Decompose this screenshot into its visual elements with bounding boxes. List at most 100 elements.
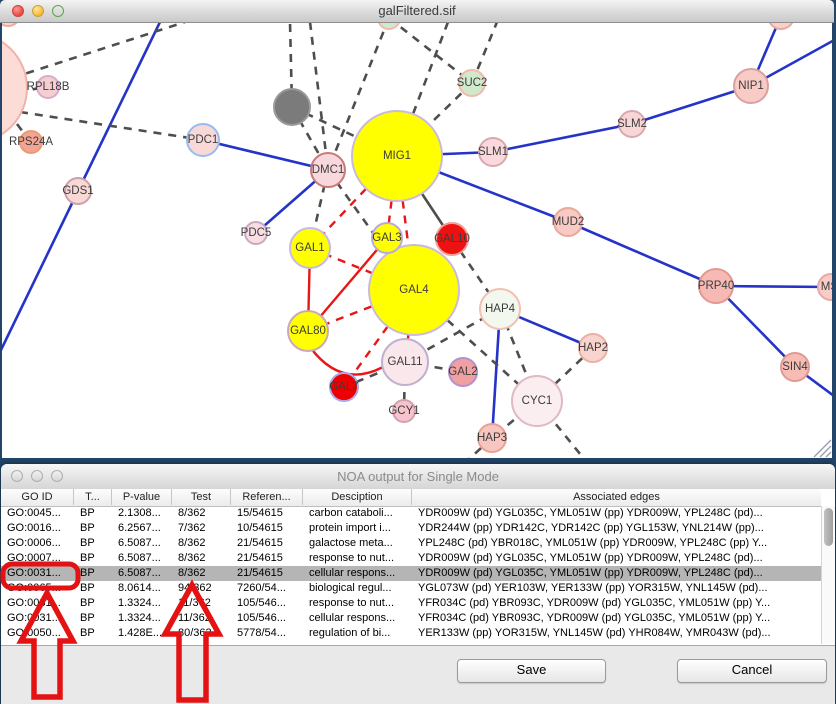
save-button[interactable]: Save: [457, 659, 606, 683]
graph-node-GAL80[interactable]: GAL80: [288, 311, 328, 351]
cell: protein import i...: [303, 521, 412, 536]
graph-node-SLM2[interactable]: SLM2: [617, 111, 647, 137]
graph-node-GAL3[interactable]: GAL3: [372, 223, 402, 253]
graph-node-NIP1[interactable]: NIP1: [734, 69, 768, 103]
node-label: NIP1: [738, 80, 764, 92]
graph-node-HAP3[interactable]: HAP3: [477, 424, 507, 452]
cell: YDR009W (pd) YGL035C, YML051W (pp) YDR00…: [412, 551, 821, 566]
cell: 1.3324...: [112, 611, 172, 626]
node-label: SLM2: [617, 118, 647, 130]
column-header-desciption[interactable]: Desciption: [303, 489, 412, 505]
column-header-go-id[interactable]: GO ID: [1, 489, 74, 505]
cell: YGL073W (pd) YER103W, YER133W (pp) YOR31…: [412, 581, 821, 596]
cell: GO:0031...: [1, 596, 74, 611]
cell: 10/54615: [231, 521, 303, 536]
resize-grip-icon[interactable]: [810, 436, 832, 458]
table-row[interactable]: GO:0007...BP6.5087...8/36221/54615respon…: [1, 551, 821, 566]
network-window-titlebar[interactable]: galFiltered.sif: [0, 0, 834, 23]
node-label: PDC5: [241, 227, 272, 239]
graph-node-MSI[interactable]: MSI: [818, 274, 832, 300]
graph-node-HAP4[interactable]: HAP4: [480, 289, 520, 329]
table-row[interactable]: GO:0065...BP8.0614...94/3627260/54...bio…: [1, 581, 821, 596]
graph-node-HAP2[interactable]: HAP2: [578, 334, 608, 362]
graph-node-GAL7[interactable]: GAL7: [329, 373, 358, 401]
column-header-t-[interactable]: T...: [74, 489, 112, 505]
node-label: GAL3: [372, 232, 401, 244]
graph-node-unlabeled[interactable]: [2, 23, 20, 26]
network-window-title: galFiltered.sif: [0, 3, 834, 18]
cell: BP: [74, 551, 112, 566]
cell: BP: [74, 506, 112, 521]
network-canvas[interactable]: RPL18B RPS24A GDS1 MIG1 PDC1 DMC1 SUC2 NIP1 SLM2…: [2, 23, 832, 458]
node-label: MIG1: [383, 150, 411, 162]
graph-node-unlabeled[interactable]: [378, 23, 400, 29]
cell: biological regul...: [303, 581, 412, 596]
cell: 8/362: [172, 566, 231, 581]
node-label: GDS1: [62, 185, 93, 197]
graph-node-SIN4[interactable]: SIN4: [781, 353, 809, 381]
table-row-selected[interactable]: GO:0031...BP6.5087...8/36221/54615cellul…: [1, 566, 821, 581]
table-row[interactable]: GO:0006...BP6.5087...8/36221/54615galact…: [1, 536, 821, 551]
graph-node-unlabeled[interactable]: [768, 23, 794, 29]
node-label: SUC2: [457, 77, 488, 89]
column-header-test[interactable]: Test: [172, 489, 231, 505]
graph-node-MIG1[interactable]: MIG1: [352, 111, 442, 201]
cell: 7/362: [172, 521, 231, 536]
cell: BP: [74, 581, 112, 596]
node-label: RPL18B: [27, 81, 70, 93]
graph-node-GAL4[interactable]: GAL4: [369, 245, 459, 335]
cell: cellular respons...: [303, 566, 412, 581]
cell: 21/54615: [231, 536, 303, 551]
cancel-button[interactable]: Cancel: [677, 659, 827, 683]
table-row[interactable]: GO:0050...BP1.428E...80/3625778/54...reg…: [1, 626, 821, 641]
graph-node-DMC1[interactable]: DMC1: [311, 153, 345, 187]
cell: 5778/54...: [231, 626, 303, 641]
graph-node-GAL1[interactable]: GAL1: [290, 228, 330, 268]
noa-window-titlebar[interactable]: NOA output for Single Mode: [1, 464, 835, 490]
graph-node-RPS24A[interactable]: RPS24A: [9, 131, 53, 153]
column-header-p-value[interactable]: P-value: [112, 489, 172, 505]
graph-node-GCY1[interactable]: GCY1: [388, 400, 419, 422]
graph-node-CYC1[interactable]: CYC1: [512, 376, 562, 426]
network-graph: RPL18B RPS24A GDS1 MIG1 PDC1 DMC1 SUC2 NIP1 SLM2…: [2, 23, 832, 458]
cell: response to nut...: [303, 596, 412, 611]
graph-edge: [632, 86, 751, 124]
cell: YER133W (pp) YOR315W, YNL145W (pd) YHR08…: [412, 626, 821, 641]
table-row[interactable]: GO:0031...BP1.3324...11/362105/546...res…: [1, 596, 821, 611]
node-label: GAL10: [434, 233, 470, 245]
table-row[interactable]: GO:0031...BP1.3324...11/362105/546...cel…: [1, 611, 821, 626]
cell: 6.5087...: [112, 536, 172, 551]
cell: 6.5087...: [112, 551, 172, 566]
cell: YDR244W (pp) YDR142C, YDR142C (pp) YGL15…: [412, 521, 821, 536]
table-header-row: GO IDT...P-valueTestReferen...Desciption…: [1, 489, 821, 507]
graph-node-GAL10[interactable]: GAL10: [434, 223, 470, 255]
table-body: GO:0045...BP2.1308...8/36215/54615carbon…: [1, 506, 821, 641]
graph-node-PDC1[interactable]: PDC1: [187, 124, 219, 156]
graph-edge: [310, 347, 383, 375]
node-label: GAL1: [295, 242, 324, 254]
node-label: SIN4: [782, 361, 808, 373]
graph-node-GDS1[interactable]: GDS1: [62, 178, 93, 204]
cell: GO:0016...: [1, 521, 74, 536]
node-label: SLM1: [478, 146, 508, 158]
graph-node-unlabeled[interactable]: [2, 33, 27, 143]
cell: BP: [74, 596, 112, 611]
graph-node-SLM1[interactable]: SLM1: [478, 138, 508, 166]
graph-node-GAL11[interactable]: GAL11: [382, 339, 428, 385]
graph-node-RPL18B[interactable]: RPL18B: [27, 76, 70, 98]
cell: galactose meta...: [303, 536, 412, 551]
graph-node-GAL2[interactable]: GAL2: [448, 358, 477, 386]
graph-node-unlabeled[interactable]: [274, 89, 310, 125]
node-label: HAP2: [578, 342, 608, 354]
column-header-referen-[interactable]: Referen...: [231, 489, 303, 505]
vertical-scrollbar[interactable]: [821, 506, 835, 644]
graph-node-MUD2[interactable]: MUD2: [552, 208, 585, 236]
cell: 8/362: [172, 506, 231, 521]
graph-node-PRP40[interactable]: PRP40: [698, 269, 734, 303]
table-row[interactable]: GO:0045...BP2.1308...8/36215/54615carbon…: [1, 506, 821, 521]
column-header-associated-edges[interactable]: Associated edges: [412, 489, 821, 505]
scrollbar-thumb[interactable]: [824, 508, 833, 546]
table-row[interactable]: GO:0016...BP6.2567...7/36210/54615protei…: [1, 521, 821, 536]
cell: carbon cataboli...: [303, 506, 412, 521]
graph-edge: [78, 23, 160, 191]
